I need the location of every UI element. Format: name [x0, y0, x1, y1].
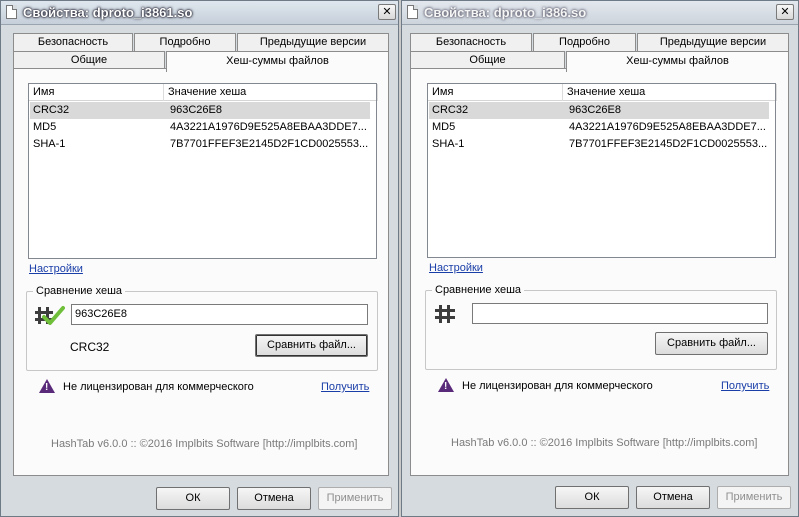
close-icon: ✕	[780, 6, 790, 18]
tab-security[interactable]: Безопасность	[13, 33, 133, 51]
compare-file-button[interactable]: Сравнить файл...	[255, 334, 368, 357]
hash-compare-group: Сравнение хеша Сравнить файл...	[425, 284, 777, 370]
row-name: MD5	[432, 121, 456, 133]
column-header-value[interactable]: Значение хеша	[164, 84, 378, 101]
row-value: 4A3221A1976D9E525A8EBAA3DDE7...	[569, 121, 766, 133]
warning-icon: !	[39, 379, 55, 393]
hash-list[interactable]: Имя Значение хеша CRC32 963C26E8 MD5 4A3…	[28, 83, 378, 259]
tab-details[interactable]: Подробно	[533, 33, 636, 51]
tab-general[interactable]: Общие	[410, 51, 565, 69]
title-bar[interactable]: Свойства: dproto_i3861.so ✕	[1, 1, 398, 25]
row-name: CRC32	[432, 104, 469, 116]
row-value: 7B7701FFEF3E2145D2F1CD0025553...	[170, 138, 369, 150]
group-label: Сравнение хеша	[33, 285, 126, 297]
ok-button[interactable]: ОК	[555, 486, 629, 509]
list-header: Имя Значение хеша	[29, 84, 378, 101]
table-row[interactable]: MD5 4A3221A1976D9E525A8EBAA3DDE7...	[30, 119, 370, 136]
window-title: Свойства: dproto_i3861.so	[23, 5, 193, 20]
tab-previous-versions[interactable]: Предыдущие версии	[237, 33, 389, 51]
table-row[interactable]: SHA-1 7B7701FFEF3E2145D2F1CD0025553...	[30, 136, 370, 153]
row-value: 963C26E8	[170, 104, 222, 116]
close-icon: ✕	[382, 6, 392, 18]
hash-compare-input[interactable]: 963C26E8	[71, 304, 368, 325]
tab-general[interactable]: Общие	[13, 51, 165, 69]
row-value: 4A3221A1976D9E525A8EBAA3DDE7...	[170, 121, 367, 133]
footer-text: HashTab v6.0.0 :: ©2016 Implbits Softwar…	[51, 438, 358, 450]
settings-link[interactable]: Настройки	[29, 263, 83, 275]
document-icon	[6, 5, 17, 19]
table-row[interactable]: MD5 4A3221A1976D9E525A8EBAA3DDE7...	[429, 119, 769, 136]
title-bar[interactable]: Свойства: dproto_i386.so ✕	[402, 1, 798, 25]
row-name: CRC32	[33, 104, 70, 116]
column-header-name[interactable]: Имя	[29, 84, 164, 101]
tab-previous-versions[interactable]: Предыдущие версии	[637, 33, 789, 51]
compare-file-button[interactable]: Сравнить файл...	[655, 332, 768, 355]
hash-compare-group: Сравнение хеша 963C26E8 CRC32 Сравнить ф…	[26, 285, 378, 371]
tab-file-hashes[interactable]: Хеш-суммы файлов	[566, 51, 789, 72]
window-title: Свойства: dproto_i386.so	[424, 5, 587, 20]
license-text: Не лицензирован для коммерческого	[462, 380, 653, 392]
tab-security[interactable]: Безопасность	[410, 33, 532, 51]
hash-icon	[435, 305, 455, 323]
tab-panel: Имя Значение хеша CRC32 963C26E8 MD5 4A3…	[13, 68, 389, 476]
tab-file-hashes[interactable]: Хеш-суммы файлов	[166, 51, 389, 72]
table-row[interactable]: CRC32 963C26E8	[30, 102, 370, 119]
close-button[interactable]: ✕	[776, 4, 794, 20]
column-header-name[interactable]: Имя	[428, 84, 563, 101]
row-name: SHA-1	[432, 138, 465, 150]
hash-match-check-icon	[35, 306, 65, 325]
apply-button[interactable]: Применить	[318, 487, 392, 510]
hash-compare-input[interactable]	[472, 303, 768, 324]
close-button[interactable]: ✕	[378, 4, 396, 20]
table-row[interactable]: SHA-1 7B7701FFEF3E2145D2F1CD0025553...	[429, 136, 769, 153]
column-header-value[interactable]: Значение хеша	[563, 84, 777, 101]
row-name: SHA-1	[33, 138, 66, 150]
row-value: 963C26E8	[569, 104, 621, 116]
match-label: CRC32	[70, 340, 110, 354]
footer-text: HashTab v6.0.0 :: ©2016 Implbits Softwar…	[451, 437, 758, 449]
document-icon	[407, 5, 418, 19]
license-text: Не лицензирован для коммерческого	[63, 381, 254, 393]
row-name: MD5	[33, 121, 57, 133]
settings-link[interactable]: Настройки	[429, 262, 483, 274]
hash-list[interactable]: Имя Значение хеша CRC32 963C26E8 MD5 4A3…	[427, 83, 777, 258]
cancel-button[interactable]: Отмена	[237, 487, 311, 510]
properties-window-right: Свойства: dproto_i386.so ✕ Безопасность …	[401, 0, 799, 517]
cancel-button[interactable]: Отмена	[636, 486, 710, 509]
warning-icon: !	[438, 378, 454, 392]
get-license-link[interactable]: Получить	[721, 380, 769, 392]
apply-button[interactable]: Применить	[717, 486, 791, 509]
group-label: Сравнение хеша	[432, 284, 525, 296]
ok-button[interactable]: ОК	[156, 487, 230, 510]
table-row[interactable]: CRC32 963C26E8	[429, 102, 769, 119]
tab-details[interactable]: Подробно	[134, 33, 236, 51]
list-header: Имя Значение хеша	[428, 84, 777, 101]
tab-panel: Имя Значение хеша CRC32 963C26E8 MD5 4A3…	[410, 68, 789, 476]
get-license-link[interactable]: Получить	[321, 381, 369, 393]
row-value: 7B7701FFEF3E2145D2F1CD0025553...	[569, 138, 768, 150]
properties-window-left: Свойства: dproto_i3861.so ✕ Безопасность…	[0, 0, 399, 517]
